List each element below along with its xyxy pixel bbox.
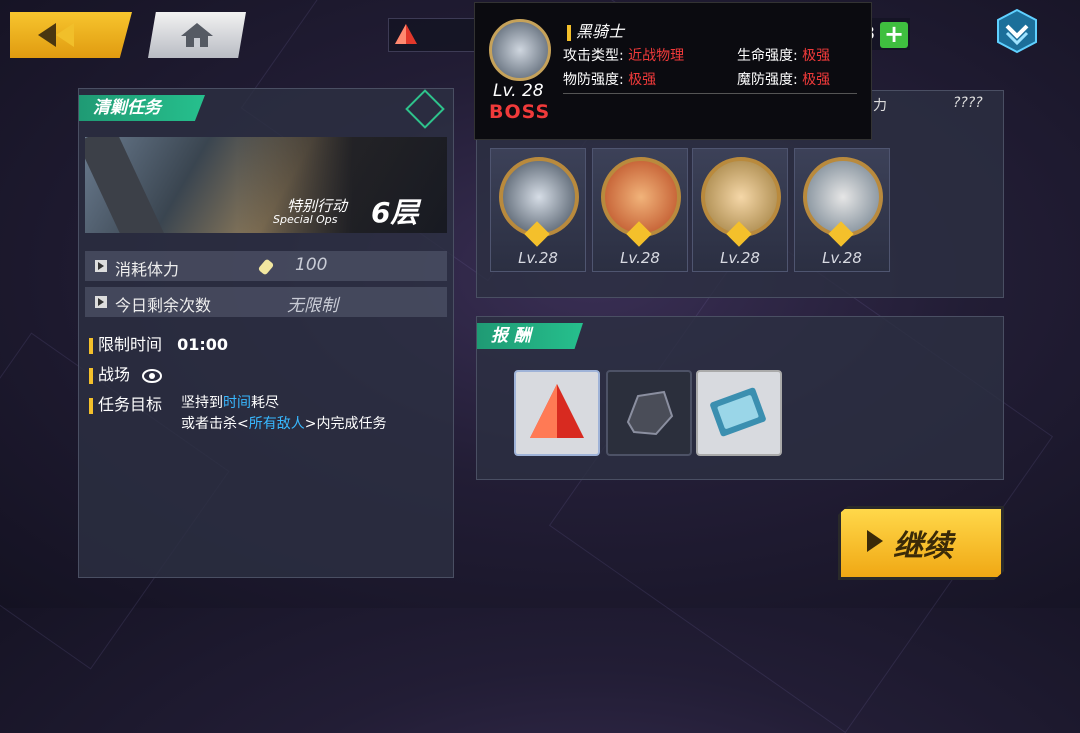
mission-tag: 清剿任务 — [79, 95, 205, 121]
chevron-down-shield-icon — [997, 8, 1037, 54]
enemy-card[interactable]: Lv.28 — [794, 148, 890, 272]
stamina-bottle-icon — [258, 259, 274, 275]
boss-info-popup: Lv. 28 BOSS 黑骑士 攻击类型: 近战物理 生命强度: 极强 物防强度… — [474, 2, 872, 140]
mission-panel: 清剿任务 特别行动 Special Ops 6层 消耗体力 100 今日剩余次数… — [78, 88, 454, 578]
boss-portrait — [489, 19, 551, 81]
time-limit: 限制时间 01:00 — [89, 331, 228, 355]
attack-type: 攻击类型: 近战物理 — [563, 48, 685, 64]
reward-tag: 报 酬 — [477, 323, 583, 349]
mission-goal-line2: 或者击杀<所有敌人>内完成任务 — [181, 416, 387, 432]
red-crystal-icon — [530, 384, 584, 438]
enemy-card[interactable]: Lv.28 — [592, 148, 688, 272]
battlefield: 战场 — [89, 361, 163, 385]
home-icon — [181, 23, 213, 47]
red-crystal-icon — [395, 24, 417, 44]
mission-goal-label: 任务目标 — [89, 391, 162, 415]
menu-button[interactable] — [994, 8, 1040, 54]
reward-item[interactable] — [696, 370, 782, 456]
mag-def-strength: 魔防强度: 极强 — [737, 72, 831, 88]
add-stamina-button[interactable]: + — [880, 22, 908, 48]
enemy-card[interactable]: Lv.28 — [692, 148, 788, 272]
remaining-attempts-row: 今日剩余次数 无限制 — [85, 287, 447, 317]
play-icon — [867, 530, 883, 552]
phys-def-strength: 物防强度: 极强 — [563, 72, 657, 88]
enemy-power-value: ???? — [953, 95, 983, 111]
ticket-icon — [710, 387, 766, 437]
boss-name: 黑骑士 — [567, 18, 624, 42]
chevron-left-icon — [56, 23, 74, 47]
mission-goal-line1: 坚持到时间耗尽 — [181, 395, 279, 411]
operation-name-en: Special Ops — [273, 213, 338, 226]
timer-icon — [405, 89, 445, 129]
arrow-right-icon — [95, 260, 107, 272]
reward-item[interactable] — [514, 370, 600, 456]
ore-icon — [626, 390, 674, 436]
boss-level: Lv. 28 — [493, 81, 544, 101]
continue-button[interactable]: 继续 — [838, 506, 1004, 580]
arrow-right-icon — [95, 296, 107, 308]
boss-label: BOSS — [489, 101, 551, 123]
home-button[interactable] — [148, 12, 246, 58]
mission-banner: 特别行动 Special Ops 6层 — [85, 137, 447, 233]
chevron-left-icon — [38, 23, 56, 47]
floor-number: 6层 — [371, 196, 419, 229]
back-button[interactable] — [10, 12, 132, 58]
enemy-card[interactable]: Lv.28 — [490, 148, 586, 272]
hp-strength: 生命强度: 极强 — [737, 48, 831, 64]
stamina-cost-row: 消耗体力 100 — [85, 251, 447, 281]
enemy-header-partial: 力 — [873, 98, 887, 114]
eye-icon[interactable] — [141, 368, 163, 384]
reward-item[interactable] — [606, 370, 692, 456]
divider — [563, 93, 857, 94]
